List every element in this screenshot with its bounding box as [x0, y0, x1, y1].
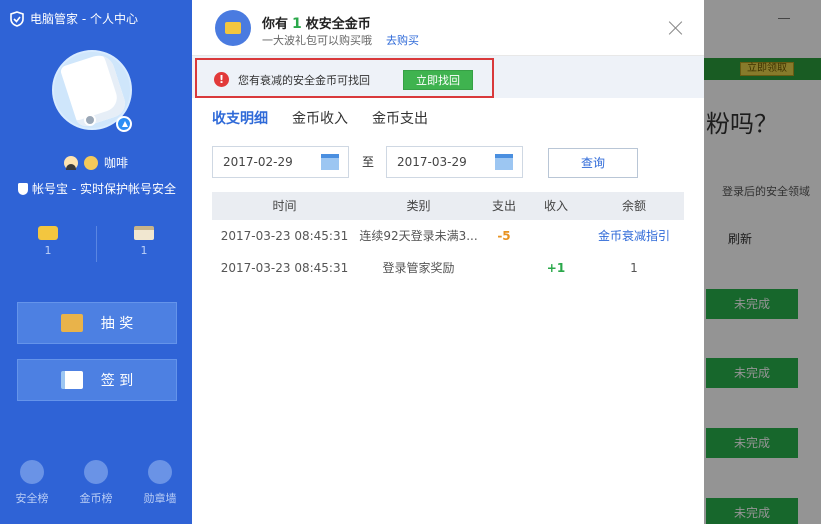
- column-balance: 余额: [621, 199, 646, 213]
- close-icon[interactable]: [668, 20, 684, 36]
- notice-bar: ! 您有衰减的安全金币可找回 立即找回: [192, 56, 704, 98]
- coin-count: 1: [292, 16, 302, 32]
- account-protect[interactable]: 帐号宝 - 实时保护帐号安全: [18, 180, 176, 197]
- subtitle-text: 一大波礼包可以购买哦: [262, 34, 372, 47]
- window-title-text: 电脑管家 - 个人中心: [30, 12, 138, 26]
- medal-icon: [148, 460, 172, 484]
- user-icon: [63, 155, 78, 170]
- shield-icon: [10, 10, 24, 27]
- coin-balance-title: 你有 1 枚安全金币: [262, 13, 371, 32]
- calendar-icon[interactable]: [321, 154, 339, 170]
- gift-stat-value: 1: [140, 244, 148, 257]
- buy-link[interactable]: 去购买: [386, 34, 419, 47]
- cell-category: 连续92天登录未满3...: [359, 229, 478, 243]
- lottery-label: 抽 奖: [100, 316, 134, 332]
- coin-icon: [38, 226, 58, 240]
- table-row: 2017-03-23 08:45:31 登录管家奖励 +1 1: [212, 252, 684, 284]
- recover-button[interactable]: 立即找回: [403, 70, 473, 90]
- tab-expense[interactable]: 金币支出: [372, 108, 428, 128]
- nav-security-rank[interactable]: 安全榜: [2, 456, 62, 516]
- username: 咖啡: [103, 156, 128, 170]
- title-suffix: 枚安全金币: [305, 17, 371, 32]
- calendar-icon[interactable]: [495, 154, 513, 170]
- transaction-table: 时间 类别 支出 收入 余额 2017-03-23 08:45:31 连续92天…: [212, 192, 684, 284]
- bottom-nav: 安全榜 金币榜 勋章墙: [0, 456, 192, 516]
- tab-details[interactable]: 收支明细: [212, 108, 268, 128]
- cell-balance: 1: [630, 261, 638, 275]
- tab-income[interactable]: 金币收入: [292, 108, 348, 128]
- query-button[interactable]: 查询: [548, 148, 638, 178]
- gift-icon: [134, 226, 154, 240]
- nav-label: 金币榜: [79, 492, 113, 505]
- coin-dialog: 你有 1 枚安全金币 一大波礼包可以购买哦 去购买 ! 您有衰减的安全金币可找回 立即…: [192, 0, 704, 524]
- nav-label: 勋章墙: [143, 492, 177, 505]
- notice-highlight: ! 您有衰减的安全金币可找回 立即找回: [195, 58, 494, 98]
- dialog-header: 你有 1 枚安全金币 一大波礼包可以购买哦 去购买: [192, 0, 704, 56]
- start-date-field[interactable]: 2017-02-29: [212, 146, 349, 178]
- sidebar: 电脑管家 - 个人中心 咖啡 帐号宝 - 实时保护帐号安全 1 1 抽 奖 签 …: [0, 0, 192, 524]
- checkin-label: 签 到: [100, 373, 134, 389]
- nav-coin-rank[interactable]: 金币榜: [66, 456, 126, 516]
- cell-category: 登录管家奖励: [382, 261, 455, 275]
- account-shield-icon: [18, 182, 28, 195]
- notice-text: 您有衰减的安全金币可找回: [238, 74, 370, 87]
- nav-label: 安全榜: [15, 492, 49, 505]
- tab-bar: 收支明细 金币收入 金币支出: [212, 108, 428, 128]
- coin-stat-value: 1: [44, 244, 52, 257]
- nav-medal-wall[interactable]: 勋章墙: [130, 456, 190, 516]
- coin-stat[interactable]: 1: [0, 220, 96, 257]
- dialog-subtitle: 一大波礼包可以购买哦 去购买: [262, 32, 419, 48]
- lottery-button[interactable]: 抽 奖: [17, 302, 177, 344]
- account-protect-text: 帐号宝 - 实时保护帐号安全: [32, 182, 176, 196]
- coin-icon: [215, 10, 251, 46]
- start-date-value: 2017-02-29: [223, 155, 293, 169]
- table-header: 时间 类别 支出 收入 余额: [212, 192, 684, 220]
- crown-icon: [84, 460, 108, 484]
- user-info: 咖啡: [0, 154, 192, 171]
- shield-rank-icon: [20, 460, 44, 484]
- title-prefix: 你有: [262, 17, 289, 32]
- stats: 1 1: [0, 220, 192, 270]
- cell-time: 2017-03-23 08:45:31: [220, 229, 349, 243]
- cell-time: 2017-03-23 08:45:31: [220, 261, 349, 275]
- checkin-button[interactable]: 签 到: [17, 359, 177, 401]
- avatar-decoration: [84, 114, 96, 126]
- date-separator: 至: [362, 155, 375, 169]
- column-expense: 支出: [491, 199, 516, 213]
- cell-income: [528, 220, 584, 252]
- column-time: 时间: [272, 199, 297, 213]
- column-income: 收入: [543, 199, 568, 213]
- column-category: 类别: [406, 199, 431, 213]
- table-row: 2017-03-23 08:45:31 连续92天登录未满3... -5 金币衰…: [212, 220, 684, 252]
- window-title: 电脑管家 - 个人中心: [10, 10, 138, 27]
- cell-expense: [480, 252, 528, 284]
- lottery-icon: [60, 314, 83, 332]
- gift-stat[interactable]: 1: [96, 220, 192, 257]
- cell-income: +1: [546, 261, 566, 275]
- decay-guide-link[interactable]: 金币衰减指引: [584, 220, 684, 252]
- upgrade-icon[interactable]: [116, 116, 132, 132]
- cell-expense: -5: [497, 229, 511, 243]
- date-filter: 2017-02-29 至 2017-03-29 查询: [212, 146, 692, 180]
- checkin-icon: [60, 371, 83, 389]
- level-icon: [83, 155, 98, 170]
- end-date-value: 2017-03-29: [397, 155, 467, 169]
- end-date-field[interactable]: 2017-03-29: [386, 146, 523, 178]
- warning-icon: !: [214, 72, 229, 87]
